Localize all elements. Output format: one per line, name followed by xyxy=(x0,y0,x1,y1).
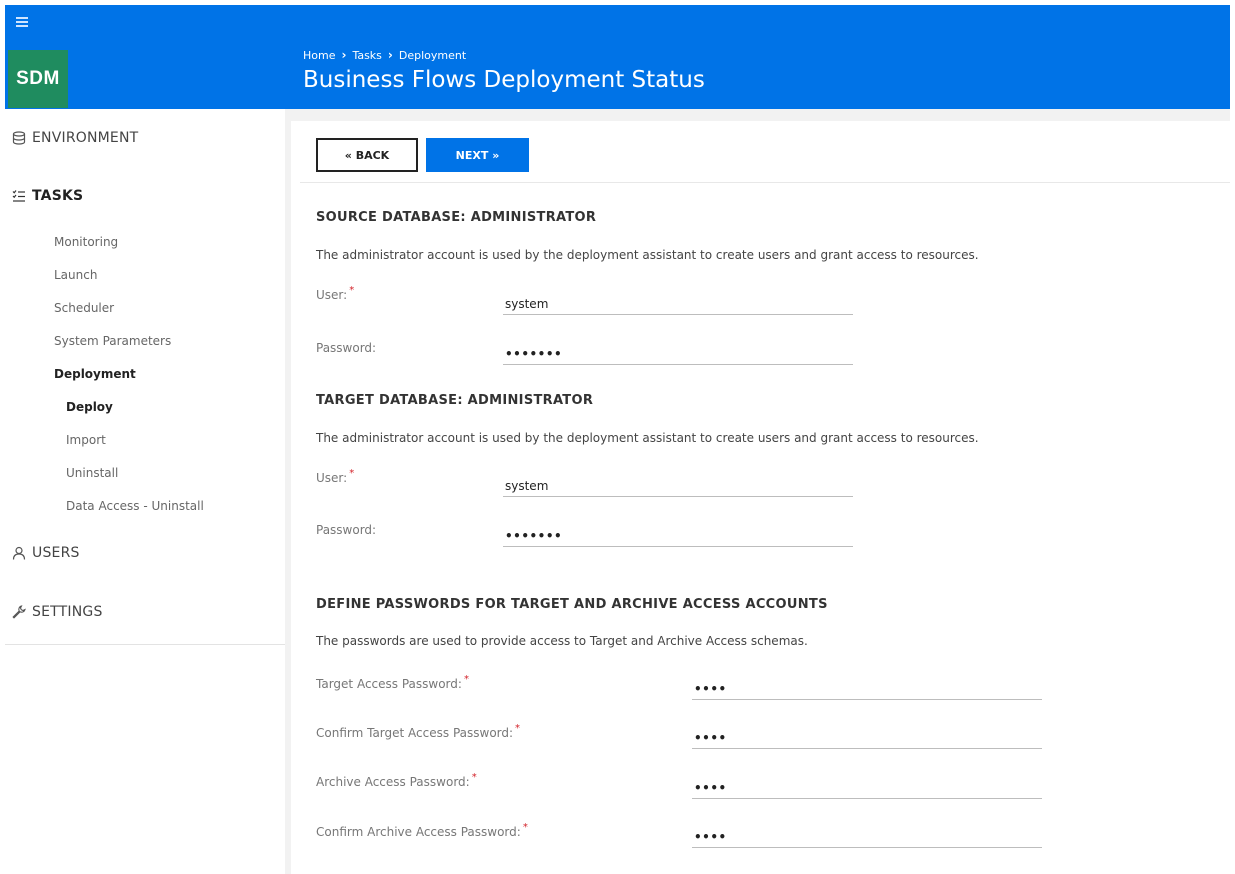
source-password-input[interactable]: ••••••• xyxy=(503,343,853,365)
breadcrumb-home[interactable]: Home xyxy=(303,49,335,62)
sidebar-item-scheduler[interactable]: Scheduler xyxy=(54,301,114,315)
access-section-desc: The passwords are used to provide access… xyxy=(316,634,808,648)
sidebar-item-tasks[interactable]: TASKS xyxy=(12,188,83,204)
source-password-label: Password: xyxy=(316,341,377,355)
confirm-archive-access-password-label: Confirm Archive Access Password: * xyxy=(316,822,528,839)
sidebar-item-label: TASKS xyxy=(32,188,84,204)
source-section-title: SOURCE DATABASE: ADMINISTRATOR xyxy=(316,210,597,225)
required-marker: * xyxy=(522,822,528,833)
content-top-strip xyxy=(291,109,1230,121)
source-user-input[interactable]: system xyxy=(503,293,853,315)
sidebar-item-data-access-uninstall[interactable]: Data Access - Uninstall xyxy=(66,499,204,513)
target-access-password-input[interactable]: •••• xyxy=(692,678,1042,700)
sidebar-item-label: ENVIRONMENT xyxy=(32,130,139,146)
confirm-target-access-password-label: Confirm Target Access Password: * xyxy=(316,723,521,740)
archive-access-password-input[interactable]: •••• xyxy=(692,777,1042,799)
confirm-archive-access-password-input[interactable]: •••• xyxy=(692,826,1042,848)
required-marker: * xyxy=(515,723,521,734)
task-list-icon xyxy=(12,190,25,202)
sidebar-item-label: SETTINGS xyxy=(32,604,103,620)
required-marker: * xyxy=(349,285,355,296)
source-section-desc: The administrator account is used by the… xyxy=(316,248,979,262)
archive-access-password-label: Archive Access Password: * xyxy=(316,772,477,789)
page-title: Business Flows Deployment Status xyxy=(303,67,705,93)
target-section-desc: The administrator account is used by the… xyxy=(316,431,979,445)
confirm-target-access-password-input[interactable]: •••• xyxy=(692,727,1042,749)
sidebar-item-deployment[interactable]: Deployment xyxy=(54,367,136,381)
target-user-label: User: * xyxy=(316,468,355,485)
chevron-right-icon: › xyxy=(341,48,347,62)
breadcrumb-tasks[interactable]: Tasks xyxy=(352,49,381,62)
target-section-title: TARGET DATABASE: ADMINISTRATOR xyxy=(316,393,594,408)
sidebar-item-uninstall[interactable]: Uninstall xyxy=(66,466,118,480)
access-section-title: DEFINE PASSWORDS FOR TARGET AND ARCHIVE … xyxy=(316,597,828,612)
sidebar-item-import[interactable]: Import xyxy=(66,433,106,447)
target-user-input[interactable]: system xyxy=(503,475,853,497)
sidebar-item-launch[interactable]: Launch xyxy=(54,268,97,282)
target-password-input[interactable]: ••••••• xyxy=(503,525,853,547)
breadcrumb: Home › Tasks › Deployment xyxy=(303,48,466,62)
hamburger-menu-icon[interactable] xyxy=(16,17,28,27)
top-header-bar: SDM xyxy=(5,5,1230,109)
target-access-password-label: Target Access Password: * xyxy=(316,674,469,691)
source-user-label: User: * xyxy=(316,285,355,302)
sidebar-item-users[interactable]: USERS xyxy=(12,545,80,561)
back-button[interactable]: « BACK xyxy=(316,138,418,172)
user-icon xyxy=(12,546,26,560)
sidebar-divider xyxy=(285,109,291,874)
toolbar-divider xyxy=(300,182,1230,183)
sidebar-item-system-parameters[interactable]: System Parameters xyxy=(54,334,171,348)
target-password-label: Password: xyxy=(316,523,377,537)
required-marker: * xyxy=(463,674,469,685)
chevron-right-icon: › xyxy=(387,48,393,62)
next-button[interactable]: NEXT » xyxy=(426,138,529,172)
sidebar-item-environment[interactable]: ENVIRONMENT xyxy=(12,130,138,146)
sidebar-item-deploy[interactable]: Deploy xyxy=(66,400,113,414)
wrench-icon xyxy=(12,605,26,619)
breadcrumb-deployment[interactable]: Deployment xyxy=(399,49,466,62)
sidebar-item-monitoring[interactable]: Monitoring xyxy=(54,235,118,249)
required-marker: * xyxy=(349,468,355,479)
required-marker: * xyxy=(471,772,477,783)
sidebar-item-label: USERS xyxy=(32,545,80,561)
database-icon xyxy=(12,131,26,145)
sdm-logo: SDM xyxy=(8,50,68,108)
sidebar-item-settings[interactable]: SETTINGS xyxy=(12,604,103,620)
